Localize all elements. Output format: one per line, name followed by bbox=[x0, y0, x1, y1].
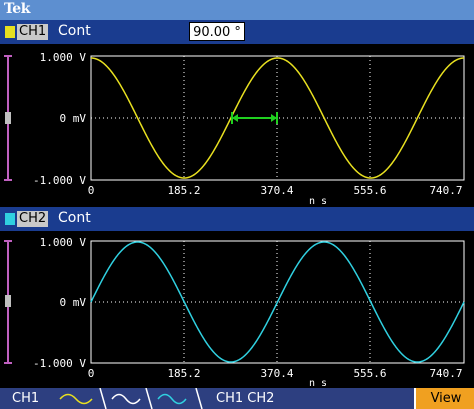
view-button[interactable]: View bbox=[414, 388, 474, 409]
ch1-wave-icon[interactable] bbox=[59, 393, 93, 405]
ch2-plot-svg: 1.000 V 0 mV -1.000 V 0 185.2 370.4 555.… bbox=[4, 236, 465, 388]
ch1-xlabel-1: 185.2 bbox=[167, 184, 200, 197]
ch1-ylabel-top: 1.000 V bbox=[40, 51, 87, 64]
ch2-ylabel-bottom: -1.000 V bbox=[33, 357, 86, 370]
ch2-color-swatch bbox=[5, 213, 15, 225]
ch2-header: CH2 Cont bbox=[0, 207, 474, 231]
ch2-waveform bbox=[90, 241, 465, 363]
ch2-xlabel-1: 185.2 bbox=[167, 367, 200, 380]
softkey-ch1-ch2[interactable]: CH1 CH2 bbox=[216, 388, 274, 409]
ch1-xlabel-0: 0 bbox=[88, 184, 95, 197]
ch2-xlabel-0: 0 bbox=[88, 367, 95, 380]
ch1-offset-handle[interactable] bbox=[5, 112, 11, 124]
ch2-xlabel-4: 740.7 bbox=[429, 367, 462, 380]
ch2-xlabel-3: 555.6 bbox=[353, 367, 386, 380]
ch1-plot-svg: 1.000 V 0 mV -1.000 V 0 185.2 370.4 555.… bbox=[4, 51, 465, 207]
ch1-plot-panel: 1.000 V 0 mV -1.000 V 0 185.2 370.4 555.… bbox=[0, 44, 474, 207]
ch1-mode-label: Cont bbox=[58, 23, 91, 39]
title-bar: Tek bbox=[0, 0, 474, 20]
ch2-xlabel-2: 370.4 bbox=[260, 367, 293, 380]
ch1-xunit: n s bbox=[309, 196, 327, 207]
ch1-xlabel-4: 740.7 bbox=[429, 184, 462, 197]
softkey-divider-3 bbox=[195, 388, 203, 409]
ch2-offset-handle[interactable] bbox=[5, 295, 11, 307]
ch1-xlabel-3: 555.6 bbox=[353, 184, 386, 197]
ch2-wave-icon[interactable] bbox=[157, 393, 187, 405]
ch1-color-swatch bbox=[5, 26, 15, 38]
ch1-ylabel-mid: 0 mV bbox=[60, 112, 87, 125]
phase-input[interactable]: 90.00 ° bbox=[189, 22, 245, 41]
ch2-tag[interactable]: CH2 bbox=[17, 211, 49, 227]
tek-logo: Tek bbox=[4, 1, 30, 17]
softkey-divider-1 bbox=[99, 388, 107, 409]
ch1-xlabel-2: 370.4 bbox=[260, 184, 293, 197]
ch1-tag[interactable]: CH1 bbox=[17, 24, 49, 40]
ch1-ch2-wave-icon-a[interactable] bbox=[111, 393, 141, 405]
softkey-bar: CH1 CH1 CH2 bbox=[0, 388, 474, 409]
ch2-plot-panel: 1.000 V 0 mV -1.000 V 0 185.2 370.4 555.… bbox=[0, 231, 474, 388]
softkey-divider-2 bbox=[145, 388, 153, 409]
ch2-ylabel-top: 1.000 V bbox=[40, 236, 87, 249]
ch2-xunit: n s bbox=[309, 378, 327, 388]
ch2-mode-label: Cont bbox=[58, 210, 91, 226]
ch2-ylabel-mid: 0 mV bbox=[60, 296, 87, 309]
ch1-ylabel-bottom: -1.000 V bbox=[33, 174, 86, 187]
